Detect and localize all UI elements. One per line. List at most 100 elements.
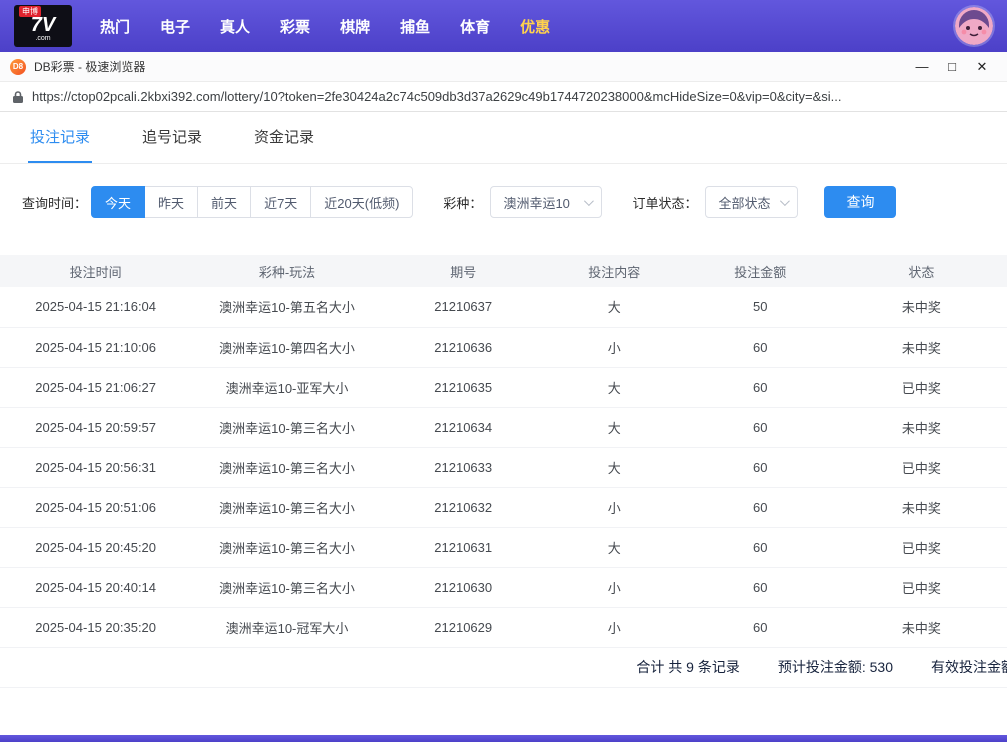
nav-item[interactable]: 棋牌 xyxy=(340,16,370,37)
cell-bet-time: 2025-04-15 20:35:20 xyxy=(0,607,191,647)
cell-bet-content: 小 xyxy=(544,487,685,527)
browser-favicon-icon: D8 xyxy=(10,59,26,75)
time-filter-button[interactable]: 近20天(低频) xyxy=(310,186,413,218)
tab[interactable]: 追号记录 xyxy=(140,126,204,163)
cell-bet-content: 大 xyxy=(544,287,685,327)
cell-issue: 21210637 xyxy=(383,287,544,327)
nav-item[interactable]: 真人 xyxy=(220,16,250,37)
table-row: 2025-04-15 20:51:06 澳洲幸运10-第三名大小 2121063… xyxy=(0,487,1007,527)
search-button[interactable]: 查询 xyxy=(824,186,896,218)
col-issue: 期号 xyxy=(383,255,544,287)
cell-status: 已中奖 xyxy=(836,567,1007,607)
cell-game-play: 澳洲幸运10-第三名大小 xyxy=(191,527,382,567)
cell-game-play: 澳洲幸运10-冠军大小 xyxy=(191,607,382,647)
col-bet-amount: 投注金额 xyxy=(685,255,836,287)
maximize-button[interactable]: □ xyxy=(937,54,967,80)
time-filter-button[interactable]: 今天 xyxy=(91,186,145,218)
cell-issue: 21210630 xyxy=(383,567,544,607)
address-bar[interactable]: https://ctop02pcali.2kbxi392.com/lottery… xyxy=(0,82,1007,112)
cell-bet-amount: 60 xyxy=(685,527,836,567)
cell-bet-amount: 60 xyxy=(685,487,836,527)
site-logo[interactable]: 申博 7V .com xyxy=(14,5,72,47)
cell-bet-time: 2025-04-15 20:59:57 xyxy=(0,407,191,447)
lottery-select-value: 澳洲幸运10 xyxy=(503,193,569,212)
cell-bet-content: 大 xyxy=(544,407,685,447)
lottery-select[interactable]: 澳洲幸运10 xyxy=(490,186,602,218)
records-tbody: 2025-04-15 21:16:04 澳洲幸运10-第五名大小 2121063… xyxy=(0,287,1007,647)
cell-bet-time: 2025-04-15 20:56:31 xyxy=(0,447,191,487)
nav-item[interactable]: 优惠 xyxy=(520,16,550,37)
cell-status: 已中奖 xyxy=(836,447,1007,487)
cell-game-play: 澳洲幸运10-第四名大小 xyxy=(191,327,382,367)
records-table-header: 投注时间 彩种-玩法 期号 投注内容 投注金额 状态 xyxy=(0,255,1007,287)
time-filter-button[interactable]: 前天 xyxy=(197,186,251,218)
cell-bet-amount: 60 xyxy=(685,327,836,367)
cell-issue: 21210629 xyxy=(383,607,544,647)
cell-bet-amount: 60 xyxy=(685,367,836,407)
records-table: 投注时间 彩种-玩法 期号 投注内容 投注金额 状态 2025-04-15 21… xyxy=(0,255,1007,648)
cell-bet-amount: 60 xyxy=(685,567,836,607)
lottery-filter-label: 彩种： xyxy=(443,193,482,212)
table-row: 2025-04-15 21:16:04 澳洲幸运10-第五名大小 2121063… xyxy=(0,287,1007,327)
cell-game-play: 澳洲幸运10-第三名大小 xyxy=(191,567,382,607)
table-row: 2025-04-15 20:35:20 澳洲幸运10-冠军大小 21210629… xyxy=(0,607,1007,647)
logo-badge: 申博 xyxy=(19,6,41,17)
cell-status: 已中奖 xyxy=(836,527,1007,567)
cell-bet-content: 小 xyxy=(544,327,685,367)
cell-bet-content: 大 xyxy=(544,367,685,407)
table-row: 2025-04-15 20:40:14 澳洲幸运10-第三名大小 2121063… xyxy=(0,567,1007,607)
cell-bet-time: 2025-04-15 21:10:06 xyxy=(0,327,191,367)
tab[interactable]: 投注记录 xyxy=(28,126,92,163)
lock-icon xyxy=(12,90,24,104)
time-filter-button[interactable]: 近7天 xyxy=(250,186,311,218)
page-footer-strip xyxy=(0,735,1007,742)
cell-bet-time: 2025-04-15 21:06:27 xyxy=(0,367,191,407)
main-content: 投注记录 追号记录 资金记录 查询时间： 今天 昨天 前天 近7天 近20天(低… xyxy=(0,112,1007,688)
summary-expected-amount: 预计投注金额: 530 xyxy=(778,657,893,677)
cell-bet-time: 2025-04-15 21:16:04 xyxy=(0,287,191,327)
nav-item[interactable]: 捕鱼 xyxy=(400,16,430,37)
table-row: 2025-04-15 20:45:20 澳洲幸运10-第三名大小 2121063… xyxy=(0,527,1007,567)
cell-issue: 21210634 xyxy=(383,407,544,447)
status-select-value: 全部状态 xyxy=(718,193,770,212)
nav-item[interactable]: 体育 xyxy=(460,16,490,37)
nav-item[interactable]: 电子 xyxy=(160,16,190,37)
col-bet-content: 投注内容 xyxy=(544,255,685,287)
nav-menu: 热门 电子 真人 彩票 棋牌 捕鱼 体育 优惠 xyxy=(100,16,550,37)
nav-item[interactable]: 热门 xyxy=(100,16,130,37)
cell-game-play: 澳洲幸运10-第五名大小 xyxy=(191,287,382,327)
window-controls: — □ ✕ xyxy=(907,54,997,80)
cell-issue: 21210633 xyxy=(383,447,544,487)
cell-status: 未中奖 xyxy=(836,327,1007,367)
table-row: 2025-04-15 21:06:27 澳洲幸运10-亚军大小 21210635… xyxy=(0,367,1007,407)
summary-row: 合计 共 9 条记录 预计投注金额: 530 有效投注金额 xyxy=(0,648,1007,688)
url-input[interactable]: https://ctop02pcali.2kbxi392.com/lottery… xyxy=(32,89,841,104)
cell-status: 未中奖 xyxy=(836,407,1007,447)
logo-suffix: .com xyxy=(35,35,50,43)
window-title: DB彩票 - 极速浏览器 xyxy=(34,58,145,75)
cell-bet-amount: 60 xyxy=(685,447,836,487)
table-row: 2025-04-15 20:56:31 澳洲幸运10-第三名大小 2121063… xyxy=(0,447,1007,487)
order-status-select[interactable]: 全部状态 xyxy=(705,186,798,218)
summary-valid-amount: 有效投注金额 xyxy=(931,657,1007,677)
status-filter-label: 订单状态： xyxy=(632,193,697,212)
cell-bet-content: 小 xyxy=(544,607,685,647)
user-avatar[interactable] xyxy=(955,7,993,45)
cell-bet-time: 2025-04-15 20:51:06 xyxy=(0,487,191,527)
cell-bet-time: 2025-04-15 20:45:20 xyxy=(0,527,191,567)
close-button[interactable]: ✕ xyxy=(967,54,997,80)
nav-item[interactable]: 彩票 xyxy=(280,16,310,37)
cell-status: 未中奖 xyxy=(836,287,1007,327)
chevron-down-icon xyxy=(584,196,594,206)
cell-status: 已中奖 xyxy=(836,367,1007,407)
avatar-icon xyxy=(955,7,993,45)
logo-text: 7V xyxy=(31,15,55,35)
cell-bet-amount: 60 xyxy=(685,607,836,647)
cell-status: 未中奖 xyxy=(836,487,1007,527)
minimize-button[interactable]: — xyxy=(907,54,937,80)
site-top-nav: 申博 7V .com 热门 电子 真人 彩票 棋牌 捕鱼 体育 优惠 xyxy=(0,0,1007,52)
col-game-play: 彩种-玩法 xyxy=(191,255,382,287)
time-filter-button[interactable]: 昨天 xyxy=(144,186,198,218)
tab[interactable]: 资金记录 xyxy=(252,126,316,163)
cell-game-play: 澳洲幸运10-亚军大小 xyxy=(191,367,382,407)
